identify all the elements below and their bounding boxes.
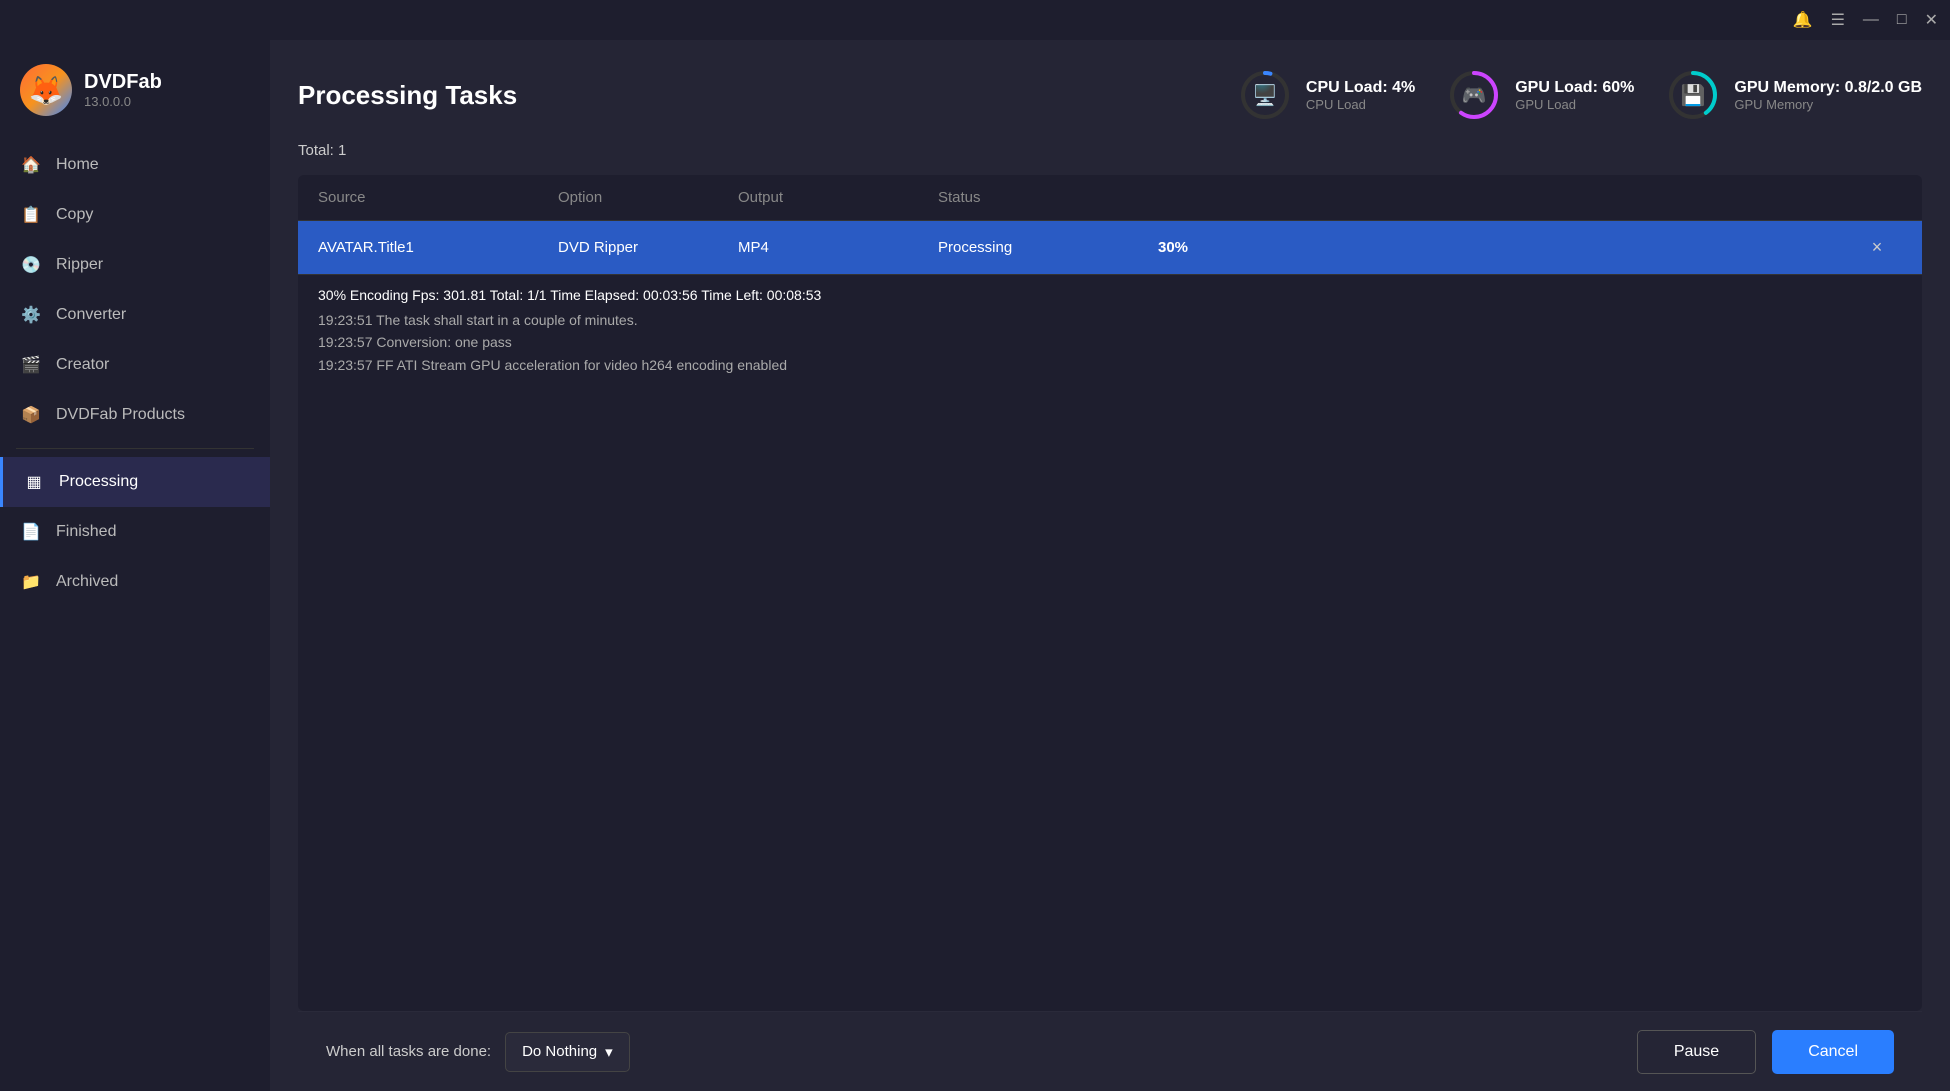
memory-info: GPU Memory: 0.8/2.0 GB GPU Memory <box>1734 79 1922 112</box>
bottom-bar: When all tasks are done: Do Nothing ▾ Pa… <box>298 1011 1922 1091</box>
sidebar-item-home-label: Home <box>56 156 99 174</box>
task-output: MP4 <box>738 239 938 256</box>
total-line: Total: 1 <box>298 142 1922 159</box>
gpu-label: GPU Load: 60% <box>1515 79 1634 97</box>
sidebar-item-converter[interactable]: ⚙️ Converter <box>0 290 270 340</box>
minimize-icon[interactable]: — <box>1863 11 1879 29</box>
col-option: Option <box>558 189 738 206</box>
sidebar-item-archived[interactable]: 📁 Archived <box>0 557 270 607</box>
log-line-1: 19:23:51 The task shall start in a coupl… <box>318 309 1902 331</box>
content-header: Processing Tasks 🖥️ CPU Load: 4% CPU Loa… <box>298 68 1922 122</box>
sidebar-item-home[interactable]: 🏠 Home <box>0 140 270 190</box>
sidebar-item-ripper-label: Ripper <box>56 256 103 274</box>
app-version: 13.0.0.0 <box>84 94 162 109</box>
action-buttons: Pause Cancel <box>1637 1030 1894 1074</box>
gpu-ring: 🎮 <box>1447 68 1501 122</box>
log-line-2: 19:23:57 Conversion: one pass <box>318 331 1902 353</box>
notification-icon[interactable]: 🔔 <box>1793 10 1813 30</box>
home-icon: 🏠 <box>20 154 42 176</box>
memory-icon: 💾 <box>1681 83 1706 108</box>
dvdfab-products-icon: 📦 <box>20 404 42 426</box>
sidebar-item-finished[interactable]: 📄 Finished <box>0 507 270 557</box>
app-logo <box>20 64 72 116</box>
sidebar-item-processing[interactable]: ▦ Processing <box>0 457 270 507</box>
sidebar-item-ripper[interactable]: 💿 Ripper <box>0 240 270 290</box>
logo-text: DVDFab 13.0.0.0 <box>84 71 162 109</box>
nav-separator <box>16 448 254 449</box>
cpu-stat: 🖥️ CPU Load: 4% CPU Load <box>1238 68 1415 122</box>
sidebar-item-copy-label: Copy <box>56 206 93 224</box>
sidebar-item-creator-label: Creator <box>56 356 109 374</box>
gpu-icon: 🎮 <box>1462 83 1487 108</box>
sidebar: DVDFab 13.0.0.0 🏠 Home 📋 Copy 💿 Ripper ⚙… <box>0 40 270 1091</box>
memory-ring: 💾 <box>1666 68 1720 122</box>
log-progress-line: 30% Encoding Fps: 301.81 Total: 1/1 Time… <box>318 287 1902 303</box>
sidebar-item-copy[interactable]: 📋 Copy <box>0 190 270 240</box>
col-output: Output <box>738 189 938 206</box>
app-body: DVDFab 13.0.0.0 🏠 Home 📋 Copy 💿 Ripper ⚙… <box>0 40 1950 1091</box>
log-line-3: 19:23:57 FF ATI Stream GPU acceleration … <box>318 354 1902 376</box>
when-done-section: When all tasks are done: Do Nothing ▾ <box>326 1032 630 1072</box>
table-header: Source Option Output Status <box>298 175 1922 221</box>
close-icon[interactable]: ✕ <box>1925 10 1938 30</box>
stats-bar: 🖥️ CPU Load: 4% CPU Load 🎮 <box>1238 68 1922 122</box>
pause-button[interactable]: Pause <box>1637 1030 1756 1074</box>
gpu-info: GPU Load: 60% GPU Load <box>1515 79 1634 112</box>
cpu-label: CPU Load: 4% <box>1306 79 1415 97</box>
cpu-sublabel: CPU Load <box>1306 97 1415 112</box>
sidebar-item-dvdfab-products-label: DVDFab Products <box>56 406 185 424</box>
sidebar-item-converter-label: Converter <box>56 306 126 324</box>
memory-sublabel: GPU Memory <box>1734 97 1922 112</box>
maximize-icon[interactable]: □ <box>1897 11 1907 29</box>
cpu-icon: 🖥️ <box>1252 83 1277 108</box>
menu-icon[interactable]: ☰ <box>1831 10 1845 30</box>
cancel-button[interactable]: Cancel <box>1772 1030 1894 1074</box>
sidebar-logo: DVDFab 13.0.0.0 <box>0 56 270 140</box>
table-row[interactable]: AVATAR.Title1 DVD Ripper MP4 Processing … <box>298 221 1922 274</box>
app-name: DVDFab <box>84 71 162 94</box>
task-source: AVATAR.Title1 <box>318 239 558 256</box>
gpu-stat: 🎮 GPU Load: 60% GPU Load <box>1447 68 1634 122</box>
dropdown-arrow-icon: ▾ <box>605 1043 613 1061</box>
finished-icon: 📄 <box>20 521 42 543</box>
cpu-ring: 🖥️ <box>1238 68 1292 122</box>
titlebar: 🔔 ☰ — □ ✕ <box>0 0 1950 40</box>
page-title: Processing Tasks <box>298 80 517 111</box>
creator-icon: 🎬 <box>20 354 42 376</box>
task-close-button[interactable]: × <box>1852 237 1902 258</box>
sidebar-item-processing-label: Processing <box>59 473 138 491</box>
when-done-label: When all tasks are done: <box>326 1043 491 1060</box>
task-option: DVD Ripper <box>558 239 738 256</box>
sidebar-item-creator[interactable]: 🎬 Creator <box>0 340 270 390</box>
col-action <box>1852 189 1902 206</box>
task-status: Processing <box>938 239 1158 256</box>
cpu-info: CPU Load: 4% CPU Load <box>1306 79 1415 112</box>
sidebar-item-finished-label: Finished <box>56 523 116 541</box>
task-table: Source Option Output Status AVATAR.Title… <box>298 175 1922 1011</box>
task-progress: 30% <box>1158 239 1852 256</box>
main-content: Processing Tasks 🖥️ CPU Load: 4% CPU Loa… <box>270 40 1950 1091</box>
col-source: Source <box>318 189 558 206</box>
when-done-select[interactable]: Do Nothing ▾ <box>505 1032 630 1072</box>
sidebar-item-archived-label: Archived <box>56 573 118 591</box>
gpu-sublabel: GPU Load <box>1515 97 1634 112</box>
memory-label: GPU Memory: 0.8/2.0 GB <box>1734 79 1922 97</box>
archived-icon: 📁 <box>20 571 42 593</box>
col-status: Status <box>938 189 1158 206</box>
col-progress <box>1158 189 1852 206</box>
copy-icon: 📋 <box>20 204 42 226</box>
when-done-value: Do Nothing <box>522 1043 597 1060</box>
processing-icon: ▦ <box>23 471 45 493</box>
task-log: 30% Encoding Fps: 301.81 Total: 1/1 Time… <box>298 274 1922 388</box>
ripper-icon: 💿 <box>20 254 42 276</box>
sidebar-item-dvdfab-products[interactable]: 📦 DVDFab Products <box>0 390 270 440</box>
memory-stat: 💾 GPU Memory: 0.8/2.0 GB GPU Memory <box>1666 68 1922 122</box>
converter-icon: ⚙️ <box>20 304 42 326</box>
